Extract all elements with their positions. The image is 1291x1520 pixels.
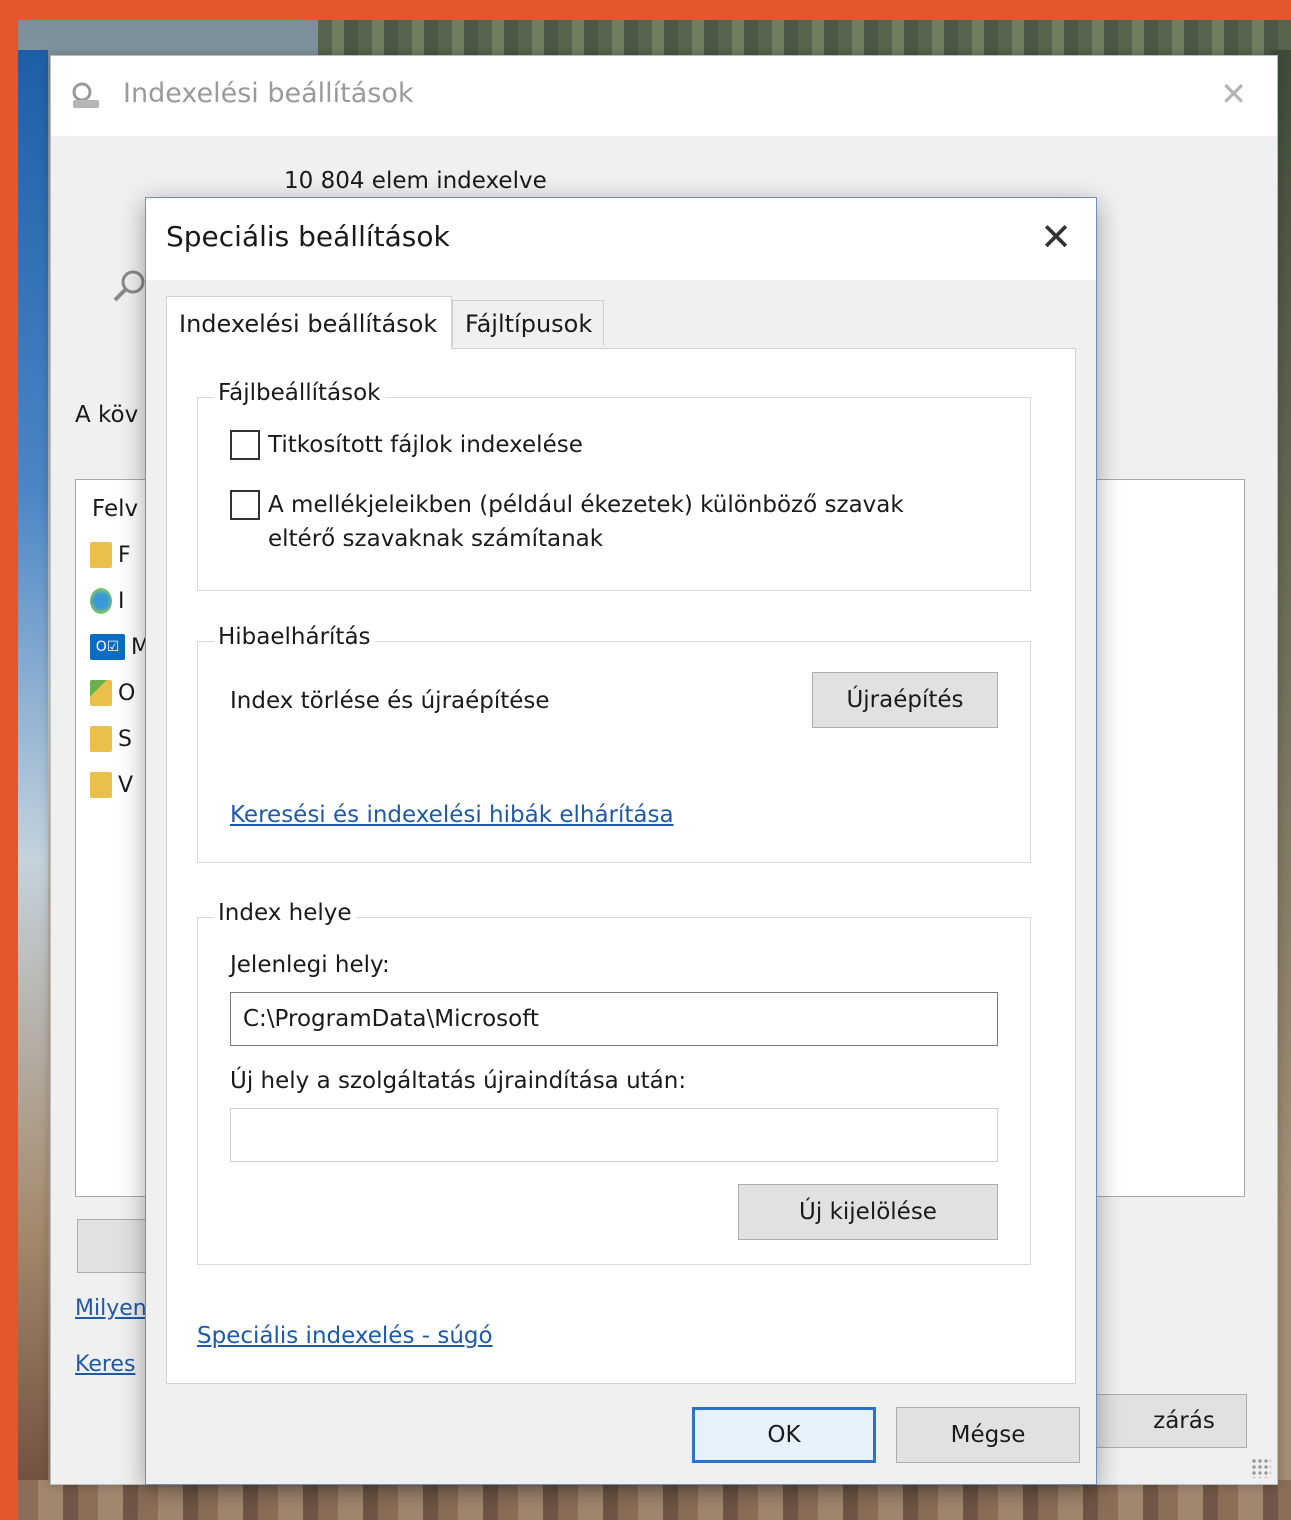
bg-titlebar: Indexelési beállítások ✕ <box>51 56 1277 136</box>
list-item[interactable]: S <box>90 722 150 756</box>
file-settings-group: Fájlbeállítások Titkosított fájlok index… <box>197 380 1031 591</box>
list-item-label: O <box>118 680 136 706</box>
bg-window-title: Indexelési beállítások <box>123 78 414 109</box>
new-location-field[interactable] <box>230 1108 998 1162</box>
advanced-indexing-help-link[interactable]: Speciális indexelés - súgó <box>197 1323 493 1349</box>
troubleshooting-legend: Hibaelhárítás <box>214 624 375 650</box>
encrypted-files-label: Titkosított fájlok indexelése <box>268 432 583 458</box>
dialog-titlebar: Speciális beállítások ✕ <box>146 198 1096 280</box>
outlook-icon: O☑ <box>90 634 126 660</box>
offline-files-icon <box>90 680 112 706</box>
diacritics-label: A mellékjeleikben (például ékezetek) kül… <box>268 492 904 552</box>
encrypted-files-option[interactable]: Titkosított fájlok indexelése <box>230 428 968 462</box>
list-item-label: I <box>118 588 125 614</box>
list-item-label: V <box>118 772 134 798</box>
bg-help-link-1[interactable]: Milyen <box>75 1296 145 1321</box>
bg-help-link-2[interactable]: Keres <box>75 1352 145 1377</box>
troubleshoot-link[interactable]: Keresési és indexelési hibák elhárítása <box>230 802 674 828</box>
current-location-field[interactable]: C:\ProgramData\Microsoft <box>230 992 998 1046</box>
wallpaper-trees <box>318 20 1291 60</box>
tab-panel: Fájlbeállítások Titkosított fájlok index… <box>166 348 1076 1384</box>
select-new-button[interactable]: Új kijelölése <box>738 1184 998 1240</box>
resize-grip[interactable] <box>1251 1458 1271 1478</box>
advanced-options-dialog: Speciális beállítások ✕ Indexelési beáll… <box>145 197 1097 1485</box>
bg-close-icon[interactable]: ✕ <box>1220 74 1247 114</box>
list-item[interactable]: O☑ M <box>90 630 150 664</box>
index-location-group: Index helye Jelenlegi hely: C:\ProgramDa… <box>197 900 1031 1265</box>
encrypted-files-checkbox[interactable] <box>230 430 260 460</box>
diacritics-option[interactable]: A mellékjeleikben (például ékezetek) kül… <box>230 488 968 556</box>
wallpaper-left <box>18 50 48 1520</box>
list-item[interactable]: V <box>90 768 150 802</box>
close-icon[interactable]: ✕ <box>1040 212 1072 262</box>
troubleshooting-group: Hibaelhárítás Index törlése és újraépíté… <box>197 624 1031 863</box>
new-location-label: Új hely a szolgáltatás újraindítása után… <box>230 1068 687 1094</box>
list-item[interactable]: O <box>90 676 150 710</box>
diacritics-checkbox[interactable] <box>230 490 260 520</box>
ok-button[interactable]: OK <box>692 1407 876 1463</box>
bg-close-button-label: zárás <box>1153 1408 1215 1434</box>
list-item[interactable]: I <box>90 584 150 618</box>
rebuild-description: Index törlése és újraépítése <box>230 688 550 714</box>
rebuild-button[interactable]: Újraépítés <box>812 672 998 728</box>
list-item-label: S <box>118 726 132 752</box>
items-indexed-count: 10 804 elem indexelve <box>284 168 547 194</box>
tab-file-types[interactable]: Fájltípusok <box>452 300 604 346</box>
index-location-legend: Index helye <box>214 900 356 926</box>
folder-icon <box>90 772 112 798</box>
wallpaper-bottom <box>18 1480 1291 1520</box>
list-item-label: F <box>118 542 131 568</box>
tab-indexing-settings[interactable]: Indexelési beállítások <box>166 296 452 350</box>
folder-icon <box>90 542 112 568</box>
list-item[interactable]: F <box>90 538 150 572</box>
current-location-label: Jelenlegi hely: <box>230 952 390 978</box>
indexing-icon <box>72 82 99 108</box>
folder-icon <box>90 726 112 752</box>
bg-modify-button[interactable] <box>77 1219 149 1273</box>
internet-explorer-icon <box>90 588 112 614</box>
bg-close-button[interactable]: zárás <box>1081 1394 1247 1448</box>
cancel-button[interactable]: Mégse <box>896 1407 1080 1463</box>
file-settings-legend: Fájlbeállítások <box>214 380 385 406</box>
bg-list-header: Felv <box>92 496 139 522</box>
dialog-title: Speciális beállítások <box>166 220 450 253</box>
bg-locations-label: A köv <box>75 402 139 428</box>
